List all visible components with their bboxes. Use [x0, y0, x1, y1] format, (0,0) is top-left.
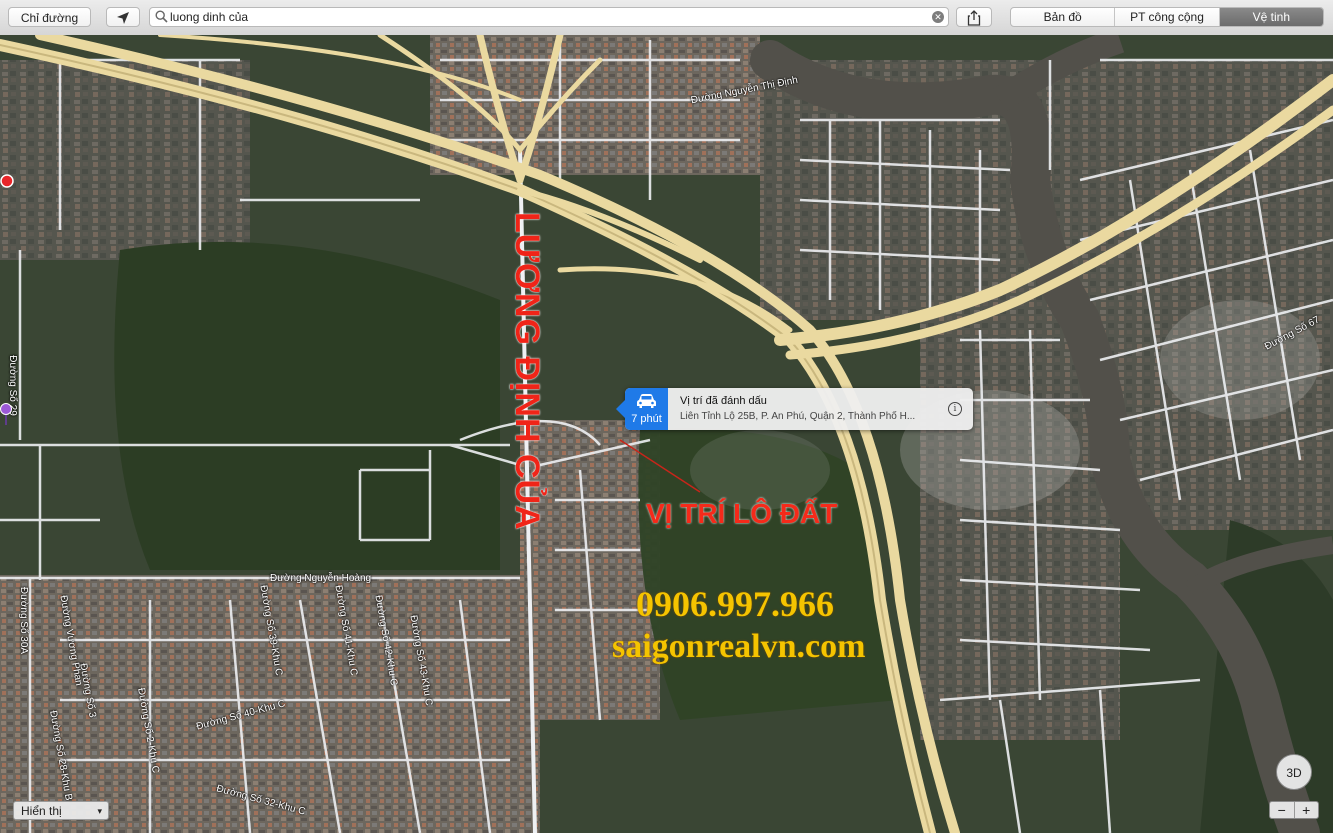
zoom-control: − +: [1269, 801, 1319, 819]
view-select-label: Hiển thị: [21, 804, 62, 818]
zoom-in-button[interactable]: +: [1293, 802, 1319, 818]
callout-address: Liên Tỉnh Lộ 25B, P. An Phú, Quận 2, Thà…: [680, 411, 916, 422]
search-input[interactable]: [170, 9, 920, 25]
location-arrow-icon: [117, 12, 129, 24]
current-location-button[interactable]: [106, 7, 140, 27]
red-pin-icon[interactable]: [0, 174, 14, 188]
clear-search-icon[interactable]: ✕: [932, 11, 944, 23]
callout-arrow: [616, 400, 625, 418]
satellite-map[interactable]: Đường Nguyễn Thị Định Đường Nguyễn Hoàng…: [0, 35, 1333, 833]
toolbar: Chỉ đường ✕ Bản đồ PT công cộng Vệ tinh: [0, 0, 1333, 36]
zoom-out-button[interactable]: −: [1270, 802, 1294, 818]
map-mode-segmented-control: Bản đồ PT công cộng Vệ tinh: [1010, 7, 1324, 27]
search-bar[interactable]: ✕: [149, 7, 949, 27]
share-button[interactable]: [956, 7, 992, 27]
street-annotation: LƯƠNG ĐỊNH CỦA: [508, 212, 546, 531]
callout-title: Vị trí đã đánh dấu: [680, 395, 767, 407]
chevron-down-icon: ▾: [97, 806, 102, 816]
eta-text: 7 phút: [631, 413, 662, 425]
website-annotation: saigonrealvn.com: [612, 628, 866, 665]
phone-annotation: 0906.997.966: [636, 584, 834, 624]
marked-location-pin-icon[interactable]: [0, 403, 12, 425]
share-icon: [967, 10, 981, 26]
info-icon[interactable]: i: [948, 402, 962, 416]
tab-transit[interactable]: PT công cộng: [1114, 8, 1218, 26]
car-icon: [637, 394, 656, 408]
street-label-duong-so-30a: Đường Số 30A: [18, 586, 30, 655]
tab-map[interactable]: Bản đồ: [1011, 8, 1114, 26]
directions-button[interactable]: Chỉ đường: [8, 7, 91, 27]
3d-toggle-button[interactable]: 3D: [1276, 754, 1312, 790]
search-icon: [155, 10, 168, 23]
location-callout[interactable]: 7 phút Vị trí đã đánh dấu Liên Tỉnh Lộ 2…: [616, 388, 973, 430]
street-label-nguyen-hoang: Đường Nguyễn Hoàng: [270, 573, 372, 584]
directions-eta-button[interactable]: 7 phút: [625, 388, 668, 430]
tab-satellite[interactable]: Vệ tinh: [1218, 8, 1323, 26]
lot-location-label: VỊ TRÍ LÔ ĐẤT: [646, 498, 838, 529]
view-options-select[interactable]: Hiển thị ▾: [13, 801, 109, 820]
map-imagery: [0, 35, 1333, 833]
